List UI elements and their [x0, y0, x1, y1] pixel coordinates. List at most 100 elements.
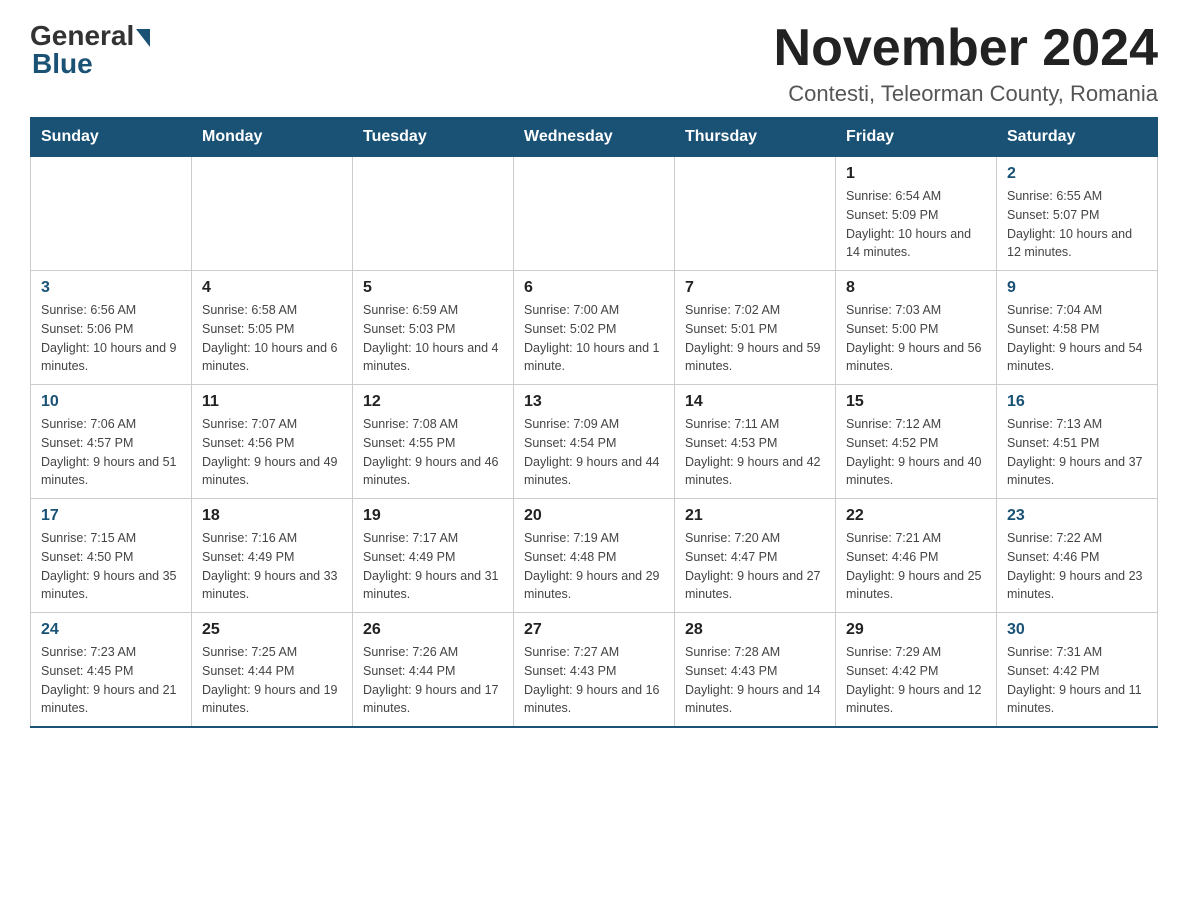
day-number: 2: [1007, 165, 1147, 183]
logo: General Blue: [30, 20, 150, 80]
calendar-cell: [675, 157, 836, 271]
day-info: Sunrise: 7:04 AMSunset: 4:58 PMDaylight:…: [1007, 301, 1147, 376]
day-number: 5: [363, 279, 503, 297]
calendar-cell: [31, 157, 192, 271]
calendar-table: SundayMondayTuesdayWednesdayThursdayFrid…: [30, 117, 1158, 728]
calendar-cell: [514, 157, 675, 271]
calendar-week-row-5: 24 Sunrise: 7:23 AMSunset: 4:45 PMDayligh…: [31, 613, 1158, 728]
calendar-cell: 7Sunrise: 7:02 AMSunset: 5:01 PMDaylight…: [675, 271, 836, 385]
calendar-cell: 25Sunrise: 7:25 AMSunset: 4:44 PMDayligh…: [192, 613, 353, 728]
calendar-cell: 21 Sunrise: 7:20 AMSunset: 4:47 PMDayligh…: [675, 499, 836, 613]
calendar-cell: 27Sunrise: 7:27 AMSunset: 4:43 PMDayligh…: [514, 613, 675, 728]
calendar-cell: 29Sunrise: 7:29 AMSunset: 4:42 PMDayligh…: [836, 613, 997, 728]
day-info: Sunrise: 7:22 AMSunset: 4:46 PMDaylight:…: [1007, 529, 1147, 604]
day-info: Sunrise: 7:06 AMSunset: 4:57 PMDaylight:…: [41, 415, 181, 490]
col-header-thursday: Thursday: [675, 118, 836, 157]
calendar-cell: 26 Sunrise: 7:26 AMSunset: 4:44 PMDayligh…: [353, 613, 514, 728]
calendar-header-row: SundayMondayTuesdayWednesdayThursdayFrid…: [31, 118, 1158, 157]
logo-blue-text: Blue: [30, 48, 93, 80]
calendar-cell: 12 Sunrise: 7:08 AMSunset: 4:55 PMDayligh…: [353, 385, 514, 499]
day-info: Sunrise: 7:08 AMSunset: 4:55 PMDaylight:…: [363, 415, 503, 490]
day-number: 21: [685, 507, 825, 525]
calendar-cell: 22 Sunrise: 7:21 AMSunset: 4:46 PMDayligh…: [836, 499, 997, 613]
day-info: Sunrise: 7:09 AMSunset: 4:54 PMDaylight:…: [524, 415, 664, 490]
day-number: 10: [41, 393, 181, 411]
day-number: 14: [685, 393, 825, 411]
title-block: November 2024 Contesti, Teleorman County…: [774, 20, 1158, 107]
day-number: 18: [202, 507, 342, 525]
day-info: Sunrise: 7:00 AMSunset: 5:02 PMDaylight:…: [524, 301, 664, 376]
calendar-cell: 18 Sunrise: 7:16 AMSunset: 4:49 PMDayligh…: [192, 499, 353, 613]
day-number: 25: [202, 621, 342, 639]
calendar-cell: 20 Sunrise: 7:19 AMSunset: 4:48 PMDayligh…: [514, 499, 675, 613]
day-info: Sunrise: 7:23 AMSunset: 4:45 PMDaylight:…: [41, 643, 181, 718]
day-info: Sunrise: 6:58 AMSunset: 5:05 PMDaylight:…: [202, 301, 342, 376]
calendar-cell: 8 Sunrise: 7:03 AMSunset: 5:00 PMDaylight…: [836, 271, 997, 385]
calendar-cell: 28 Sunrise: 7:28 AMSunset: 4:43 PMDayligh…: [675, 613, 836, 728]
day-info: Sunrise: 7:15 AMSunset: 4:50 PMDaylight:…: [41, 529, 181, 604]
col-header-tuesday: Tuesday: [353, 118, 514, 157]
col-header-friday: Friday: [836, 118, 997, 157]
day-number: 30: [1007, 621, 1147, 639]
calendar-week-row-3: 10 Sunrise: 7:06 AMSunset: 4:57 PMDayligh…: [31, 385, 1158, 499]
logo-arrow-icon: [136, 29, 150, 47]
day-info: Sunrise: 7:17 AMSunset: 4:49 PMDaylight:…: [363, 529, 503, 604]
calendar-cell: 3 Sunrise: 6:56 AMSunset: 5:06 PMDaylight…: [31, 271, 192, 385]
day-number: 7: [685, 279, 825, 297]
day-number: 27: [524, 621, 664, 639]
day-info: Sunrise: 7:12 AMSunset: 4:52 PMDaylight:…: [846, 415, 986, 490]
calendar-cell: 14 Sunrise: 7:11 AMSunset: 4:53 PMDayligh…: [675, 385, 836, 499]
col-header-wednesday: Wednesday: [514, 118, 675, 157]
calendar-cell: 13 Sunrise: 7:09 AMSunset: 4:54 PMDayligh…: [514, 385, 675, 499]
day-number: 3: [41, 279, 181, 297]
day-number: 23: [1007, 507, 1147, 525]
day-info: Sunrise: 7:03 AMSunset: 5:00 PMDaylight:…: [846, 301, 986, 376]
day-number: 17: [41, 507, 181, 525]
calendar-cell: 1 Sunrise: 6:54 AMSunset: 5:09 PMDaylight…: [836, 157, 997, 271]
day-info: Sunrise: 6:56 AMSunset: 5:06 PMDaylight:…: [41, 301, 181, 376]
day-number: 26: [363, 621, 503, 639]
page-subtitle: Contesti, Teleorman County, Romania: [774, 81, 1158, 107]
day-number: 22: [846, 507, 986, 525]
calendar-cell: [353, 157, 514, 271]
calendar-cell: 6Sunrise: 7:00 AMSunset: 5:02 PMDaylight…: [514, 271, 675, 385]
day-info: Sunrise: 7:19 AMSunset: 4:48 PMDaylight:…: [524, 529, 664, 604]
page-title: November 2024: [774, 20, 1158, 77]
day-number: 12: [363, 393, 503, 411]
calendar-cell: 9Sunrise: 7:04 AMSunset: 4:58 PMDaylight…: [997, 271, 1158, 385]
calendar-cell: 24 Sunrise: 7:23 AMSunset: 4:45 PMDayligh…: [31, 613, 192, 728]
day-number: 28: [685, 621, 825, 639]
calendar-cell: 5 Sunrise: 6:59 AMSunset: 5:03 PMDaylight…: [353, 271, 514, 385]
calendar-week-row-4: 17 Sunrise: 7:15 AMSunset: 4:50 PMDayligh…: [31, 499, 1158, 613]
day-number: 11: [202, 393, 342, 411]
day-number: 24: [41, 621, 181, 639]
day-info: Sunrise: 7:16 AMSunset: 4:49 PMDaylight:…: [202, 529, 342, 604]
day-number: 1: [846, 165, 986, 183]
day-number: 20: [524, 507, 664, 525]
day-number: 8: [846, 279, 986, 297]
day-info: Sunrise: 6:54 AMSunset: 5:09 PMDaylight:…: [846, 187, 986, 262]
calendar-cell: 23 Sunrise: 7:22 AMSunset: 4:46 PMDayligh…: [997, 499, 1158, 613]
day-info: Sunrise: 7:07 AMSunset: 4:56 PMDaylight:…: [202, 415, 342, 490]
calendar-cell: 15 Sunrise: 7:12 AMSunset: 4:52 PMDayligh…: [836, 385, 997, 499]
day-number: 13: [524, 393, 664, 411]
day-info: Sunrise: 6:55 AMSunset: 5:07 PMDaylight:…: [1007, 187, 1147, 262]
day-number: 15: [846, 393, 986, 411]
page-header: General Blue November 2024 Contesti, Tel…: [30, 20, 1158, 107]
day-info: Sunrise: 7:11 AMSunset: 4:53 PMDaylight:…: [685, 415, 825, 490]
day-info: Sunrise: 7:28 AMSunset: 4:43 PMDaylight:…: [685, 643, 825, 718]
day-info: Sunrise: 7:31 AMSunset: 4:42 PMDaylight:…: [1007, 643, 1147, 718]
day-number: 16: [1007, 393, 1147, 411]
day-info: Sunrise: 7:26 AMSunset: 4:44 PMDaylight:…: [363, 643, 503, 718]
calendar-week-row-1: 1 Sunrise: 6:54 AMSunset: 5:09 PMDaylight…: [31, 157, 1158, 271]
calendar-cell: 4Sunrise: 6:58 AMSunset: 5:05 PMDaylight…: [192, 271, 353, 385]
day-info: Sunrise: 6:59 AMSunset: 5:03 PMDaylight:…: [363, 301, 503, 376]
col-header-monday: Monday: [192, 118, 353, 157]
calendar-cell: 17 Sunrise: 7:15 AMSunset: 4:50 PMDayligh…: [31, 499, 192, 613]
day-info: Sunrise: 7:20 AMSunset: 4:47 PMDaylight:…: [685, 529, 825, 604]
day-number: 19: [363, 507, 503, 525]
calendar-cell: 2 Sunrise: 6:55 AMSunset: 5:07 PMDaylight…: [997, 157, 1158, 271]
calendar-cell: 16Sunrise: 7:13 AMSunset: 4:51 PMDayligh…: [997, 385, 1158, 499]
calendar-cell: 10 Sunrise: 7:06 AMSunset: 4:57 PMDayligh…: [31, 385, 192, 499]
day-info: Sunrise: 7:21 AMSunset: 4:46 PMDaylight:…: [846, 529, 986, 604]
